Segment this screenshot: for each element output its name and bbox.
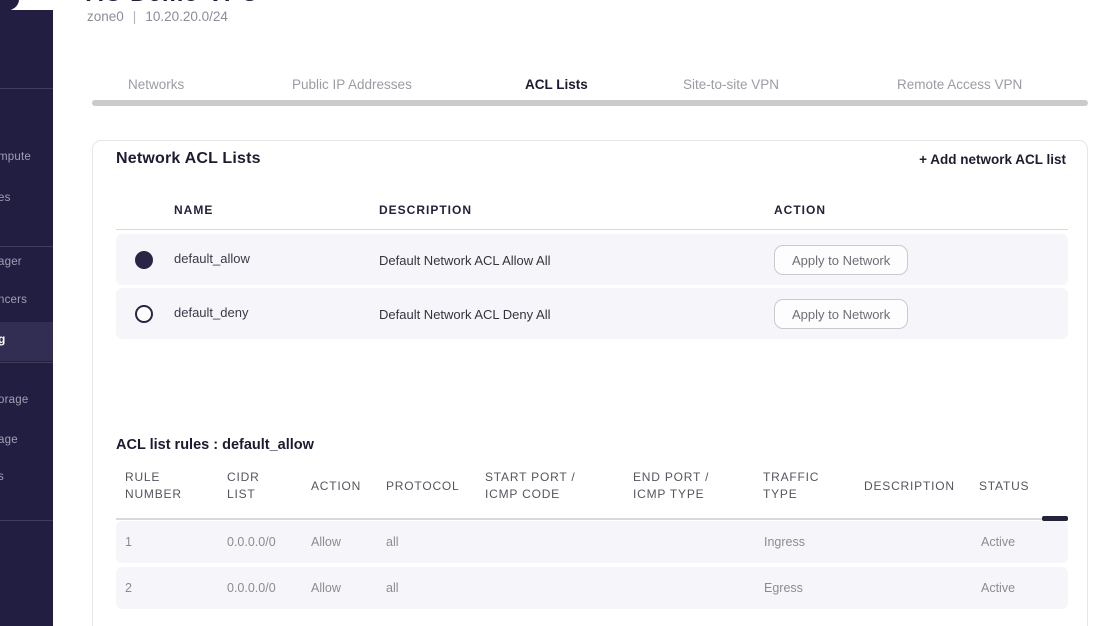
tab-underline-track bbox=[92, 100, 1088, 106]
rule-number: 2 bbox=[125, 581, 132, 595]
rule-protocol: all bbox=[386, 535, 399, 549]
tab-remote-access-vpn[interactable]: Remote Access VPN bbox=[897, 77, 1022, 92]
acl-list-row-default-allow[interactable]: default_allow Default Network ACL Allow … bbox=[116, 234, 1068, 285]
radio-selected-icon[interactable] bbox=[135, 251, 153, 269]
tab-networks[interactable]: Networks bbox=[128, 77, 184, 92]
column-header-action: ACTION bbox=[774, 203, 826, 217]
rule-action: Allow bbox=[311, 535, 341, 549]
rule-cidr: 0.0.0.0/0 bbox=[227, 581, 276, 595]
rules-header-start-port: START PORT / ICMP CODE bbox=[485, 466, 576, 506]
rules-header-protocol: PROTOCOL bbox=[386, 466, 460, 506]
rules-table-top-border bbox=[116, 518, 1068, 520]
rule-status: Active bbox=[981, 581, 1015, 595]
zone-label: zone0 bbox=[87, 9, 124, 24]
sidebar-divider bbox=[0, 88, 53, 89]
sidebar-item-networking[interactable]: g bbox=[0, 332, 6, 346]
rule-traffic-type: Ingress bbox=[764, 535, 805, 549]
radio-unselected-icon[interactable] bbox=[135, 305, 153, 323]
column-header-description: DESCRIPTION bbox=[379, 203, 472, 217]
rules-header-cidr-list: CIDR LIST bbox=[227, 466, 260, 506]
acl-rule-row-1: 1 0.0.0.0/0 Allow all Ingress Active bbox=[116, 521, 1068, 563]
acl-rules-title: ACL list rules : default_allow bbox=[116, 437, 314, 453]
card-title: Network ACL Lists bbox=[116, 150, 261, 168]
network-acl-lists-card: Network ACL Lists + Add network ACL list… bbox=[92, 140, 1088, 626]
rule-status: Active bbox=[981, 535, 1015, 549]
tab-public-ip[interactable]: Public IP Addresses bbox=[292, 77, 412, 92]
rules-header-description: DESCRIPTION bbox=[864, 466, 955, 506]
acl-name: default_allow bbox=[174, 251, 250, 266]
apply-to-network-button[interactable]: Apply to Network bbox=[774, 299, 908, 329]
acl-rule-row-2: 2 0.0.0.0/0 Allow all Egress Active bbox=[116, 567, 1068, 609]
rule-cidr: 0.0.0.0/0 bbox=[227, 535, 276, 549]
tab-site-to-site-vpn[interactable]: Site-to-site VPN bbox=[683, 77, 779, 92]
acl-name: default_deny bbox=[174, 305, 248, 320]
tab-acl-lists[interactable]: ACL Lists bbox=[525, 77, 588, 92]
sidebar-item[interactable]: es bbox=[0, 192, 11, 204]
acl-description: Default Network ACL Allow All bbox=[379, 253, 550, 268]
column-header-name: NAME bbox=[174, 203, 213, 217]
acl-description: Default Network ACL Deny All bbox=[379, 307, 550, 322]
sidebar-divider bbox=[0, 246, 53, 247]
rule-traffic-type: Egress bbox=[764, 581, 803, 595]
vpc-detail-page: mpute es ager ncers g orage age s AC-Dem… bbox=[0, 0, 1120, 626]
rules-header-action: ACTION bbox=[311, 466, 361, 506]
sidebar-item[interactable]: ager bbox=[0, 256, 22, 268]
rules-header-rule-number: RULE NUMBER bbox=[125, 466, 182, 506]
cidr-label: 10.20.20.0/24 bbox=[145, 9, 228, 24]
table-header-divider bbox=[116, 229, 1068, 230]
acl-list-row-default-deny[interactable]: default_deny Default Network ACL Deny Al… bbox=[116, 288, 1068, 339]
sidebar-divider bbox=[0, 362, 53, 363]
page-title: AC-Demo-VPC bbox=[86, 0, 258, 8]
sidebar-active-item-highlight bbox=[0, 322, 53, 361]
sidebar-item-balancers[interactable]: ncers bbox=[0, 294, 27, 306]
sidebar-item[interactable]: s bbox=[0, 471, 4, 483]
rule-number: 1 bbox=[125, 535, 132, 549]
rule-protocol: all bbox=[386, 581, 399, 595]
add-network-acl-list-button[interactable]: + Add network ACL list bbox=[919, 152, 1066, 167]
sidebar-divider bbox=[0, 520, 53, 521]
subtitle-separator: | bbox=[133, 9, 137, 24]
sidebar-item-compute[interactable]: mpute bbox=[0, 151, 31, 163]
page-subtitle: zone0 | 10.20.20.0/24 bbox=[87, 9, 228, 24]
sidebar: mpute es ager ncers g orage age s bbox=[0, 10, 53, 626]
rules-header-end-port: END PORT / ICMP TYPE bbox=[633, 466, 709, 506]
apply-to-network-button[interactable]: Apply to Network bbox=[774, 245, 908, 275]
sidebar-item-storage[interactable]: orage bbox=[0, 394, 28, 406]
rules-header-status: STATUS bbox=[979, 466, 1029, 506]
sidebar-item[interactable]: age bbox=[0, 434, 18, 446]
rule-action: Allow bbox=[311, 581, 341, 595]
rules-header-traffic-type: TRAFFIC TYPE bbox=[763, 466, 819, 506]
